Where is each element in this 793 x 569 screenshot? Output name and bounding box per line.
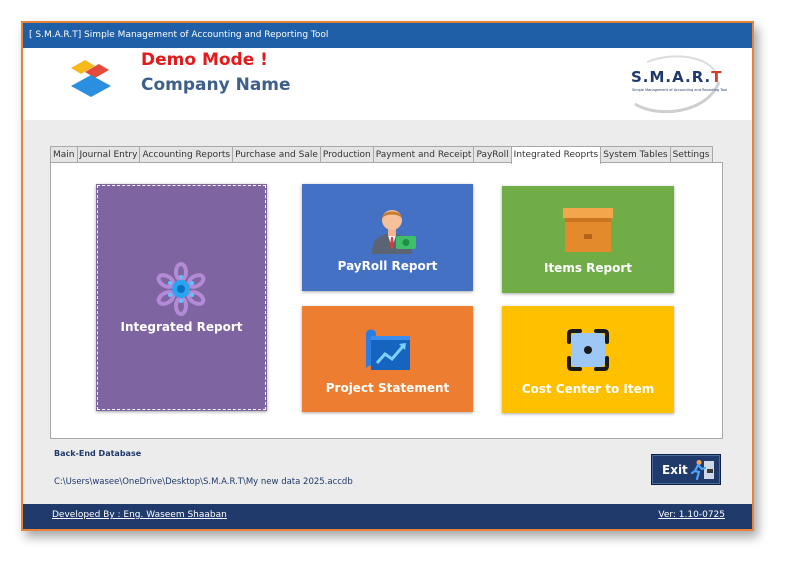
company-name: Company Name — [141, 75, 291, 95]
items-report-label: Items Report — [543, 261, 633, 275]
app-header: Demo Mode ! Company Name S.M.A.R.T Simpl… — [23, 48, 752, 120]
tab-system-tables[interactable]: System Tables — [600, 146, 671, 163]
tab-journal-entry[interactable]: Journal Entry — [76, 146, 141, 163]
developer-link[interactable]: Developed By : Eng. Waseem Shaaban — [52, 510, 227, 520]
chart-scroll-icon — [366, 329, 410, 370]
app-logo-icon — [71, 60, 111, 97]
exit-button[interactable]: Exit — [651, 454, 721, 485]
cost-center-to-item-button[interactable]: Cost Center to Item — [502, 306, 674, 413]
running-exit-icon — [690, 460, 714, 481]
window-titlebar: [ S.M.A.R.T] Simple Management of Accoun… — [23, 23, 752, 48]
demo-mode-text: Demo Mode ! — [141, 50, 268, 70]
flower-network-icon — [156, 262, 206, 316]
cost-center-to-item-label: Cost Center to Item — [521, 382, 655, 396]
payroll-report-button[interactable]: PayRoll Report — [302, 184, 473, 291]
project-statement-button[interactable]: Project Statement — [302, 306, 473, 412]
integrated-report-button[interactable]: Integrated Report — [96, 184, 267, 411]
exit-button-label: Exit — [662, 463, 688, 477]
payroll-report-label: PayRoll Report — [337, 259, 438, 273]
tab-settings[interactable]: Settings — [669, 146, 713, 163]
tab-integrated-reports[interactable]: Integrated Reoprts — [510, 146, 602, 164]
backend-database-label: Back-End Database — [54, 449, 142, 458]
tab-main[interactable]: Main — [50, 146, 78, 163]
backend-database-path: C:\Users\wasee\OneDrive\Desktop\S.M.A.R.… — [54, 477, 353, 487]
smart-logo-subtitle: Simple Management of Accounting and Repo… — [632, 88, 727, 92]
tab-payroll[interactable]: PayRoll — [473, 146, 512, 163]
items-report-button[interactable]: Items Report — [502, 186, 674, 293]
smart-logo: S.M.A.R.T — [631, 68, 723, 86]
tab-bar: Main Journal Entry Accounting Reports Pu… — [50, 146, 713, 164]
tab-payment-and-receipt[interactable]: Payment and Receipt — [372, 146, 475, 163]
version-link[interactable]: Ver: 1.10-0725 — [658, 510, 725, 520]
tab-purchase-and-sale[interactable]: Purchase and Sale — [232, 146, 321, 163]
person-money-icon — [372, 210, 416, 254]
app-window: [ S.M.A.R.T] Simple Management of Accoun… — [21, 21, 754, 531]
project-statement-label: Project Statement — [325, 381, 450, 395]
integrated-report-label: Integrated Report — [120, 320, 243, 334]
tab-accounting-reports[interactable]: Accounting Reports — [139, 146, 234, 163]
box-icon — [563, 208, 613, 252]
app-footer: Developed By : Eng. Waseem Shaaban Ver: … — [23, 504, 752, 529]
integrated-reports-panel: Integrated Report PayRoll Report Items R… — [50, 162, 723, 439]
tab-production[interactable]: Production — [319, 146, 374, 163]
focus-frame-icon — [567, 329, 609, 371]
